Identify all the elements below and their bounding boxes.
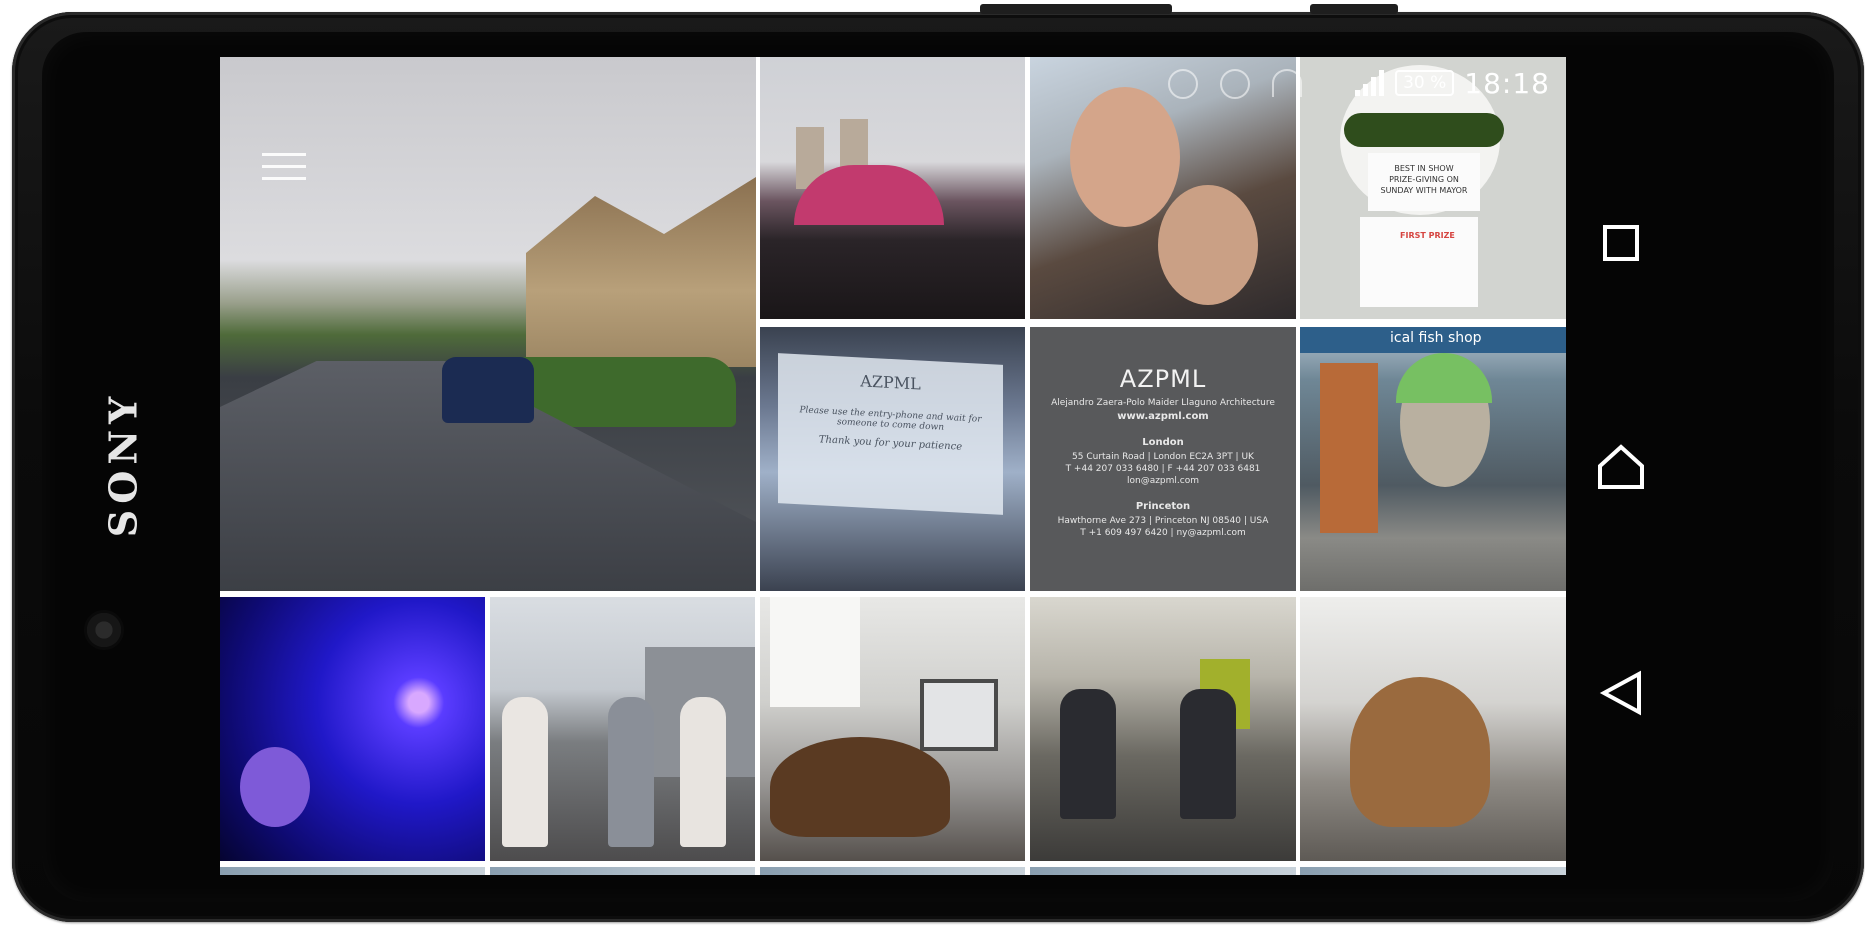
photo-tile-mural[interactable]: ical fish shop <box>1300 327 1566 591</box>
signal-icon <box>1355 70 1385 96</box>
prize-card-line: BEST IN SHOW <box>1394 164 1454 173</box>
photo-tile-partial[interactable] <box>220 867 485 875</box>
recents-square-icon <box>1603 225 1639 261</box>
photo-face <box>1158 185 1258 305</box>
prize-card-line: PRIZE-GIVING ON <box>1389 175 1459 184</box>
azpml-website: www.azpml.com <box>1117 411 1209 422</box>
azpml-london-heading: London <box>1142 437 1184 448</box>
brand-logo: SONY <box>100 390 146 538</box>
photo-tile-office-workspace[interactable] <box>1300 597 1566 861</box>
prize-card-line: SUNDAY WITH MAYOR <box>1380 186 1468 195</box>
azpml-london-email: lon@azpml.com <box>1126 476 1199 486</box>
photo-tile-concert-stage[interactable] <box>760 57 1025 319</box>
photo-tile-street[interactable] <box>220 57 756 591</box>
photo-tile-partial[interactable] <box>760 867 1025 875</box>
wifi-icon <box>1272 69 1302 97</box>
status-bar: 30 % 18:18 <box>1355 66 1550 100</box>
photo-tile-laser-party[interactable] <box>220 597 485 861</box>
azpml-london-address: 55 Curtain Road | London EC2A 3PT | UK <box>1072 452 1254 462</box>
notice-title: AZPML <box>860 371 921 394</box>
recents-button[interactable] <box>1593 215 1649 271</box>
photo-tile-notice[interactable]: AZPML Please use the entry-phone and wai… <box>760 327 1025 591</box>
screen: BEST IN SHOW PRIZE-GIVING ON SUNDAY WITH… <box>220 57 1566 875</box>
home-button[interactable] <box>1593 439 1649 495</box>
photo-door <box>1320 363 1378 533</box>
azpml-princeton-phone: T +1 609 497 6420 | ny@azpml.com <box>1080 528 1246 538</box>
notice-line: Thank you for your patience <box>818 434 963 453</box>
back-triangle-icon <box>1599 670 1641 716</box>
status-icons-faint <box>1168 69 1302 99</box>
photo-monitor <box>920 679 998 751</box>
alarm-icon <box>1220 69 1250 99</box>
photo-person <box>1350 677 1490 827</box>
photo-window <box>770 597 860 707</box>
photo-person <box>770 737 950 837</box>
back-button[interactable] <box>1593 665 1649 721</box>
prize-card: BEST IN SHOW PRIZE-GIVING ON SUNDAY WITH… <box>1368 153 1480 211</box>
prize-label: FIRST PRIZE <box>1400 231 1455 240</box>
volume-button <box>980 4 1172 14</box>
azpml-title: AZPML <box>1119 365 1207 393</box>
azpml-subtitle: Alejandro Zaera-Polo Maider Llaguno Arch… <box>1051 398 1275 408</box>
photo-person <box>1180 689 1236 819</box>
photo-tile-partial[interactable] <box>490 867 755 875</box>
photo-tile-azpml-card[interactable]: AZPML Alejandro Zaera-Polo Maider Llagun… <box>1030 327 1296 591</box>
azpml-princeton-heading: Princeton <box>1135 501 1191 512</box>
shop-sign-text: ical fish shop <box>1390 330 1482 346</box>
shop-sign: ical fish shop <box>1300 327 1566 353</box>
prize-form: FIRST PRIZE <box>1360 217 1478 307</box>
navigation-bar <box>1566 57 1676 875</box>
photo-person <box>240 747 310 827</box>
do-not-disturb-icon <box>1168 69 1198 99</box>
photo-car <box>442 357 534 423</box>
photo-tile-office-desk[interactable] <box>760 597 1025 861</box>
mural-hair <box>1396 353 1492 403</box>
photo-house <box>526 177 756 367</box>
photo-tile-partial[interactable] <box>1300 867 1566 875</box>
photo-person <box>1060 689 1116 819</box>
azpml-princeton-address: Hawthorne Ave 273 | Princeton NJ 08540 |… <box>1057 516 1269 526</box>
notice-sheet: AZPML Please use the entry-phone and wai… <box>778 353 1003 515</box>
photo-tile-office-team[interactable] <box>1030 597 1296 861</box>
hamburger-menu-icon[interactable] <box>262 153 306 183</box>
photo-face <box>1070 87 1180 227</box>
photo-tile-terrace[interactable] <box>490 597 755 861</box>
photo-tile-partial[interactable] <box>1030 867 1296 875</box>
clock: 18:18 <box>1464 66 1550 100</box>
photo-person <box>608 697 654 847</box>
front-camera <box>84 610 124 650</box>
photo-person <box>502 697 548 847</box>
photo-cucumber <box>1344 113 1504 147</box>
power-button <box>1310 4 1398 14</box>
battery-indicator: 30 % <box>1395 70 1455 96</box>
home-icon <box>1598 444 1644 489</box>
azpml-london-phone: T +44 207 033 6480 | F +44 207 033 6481 <box>1065 464 1261 474</box>
photo-person <box>680 697 726 847</box>
